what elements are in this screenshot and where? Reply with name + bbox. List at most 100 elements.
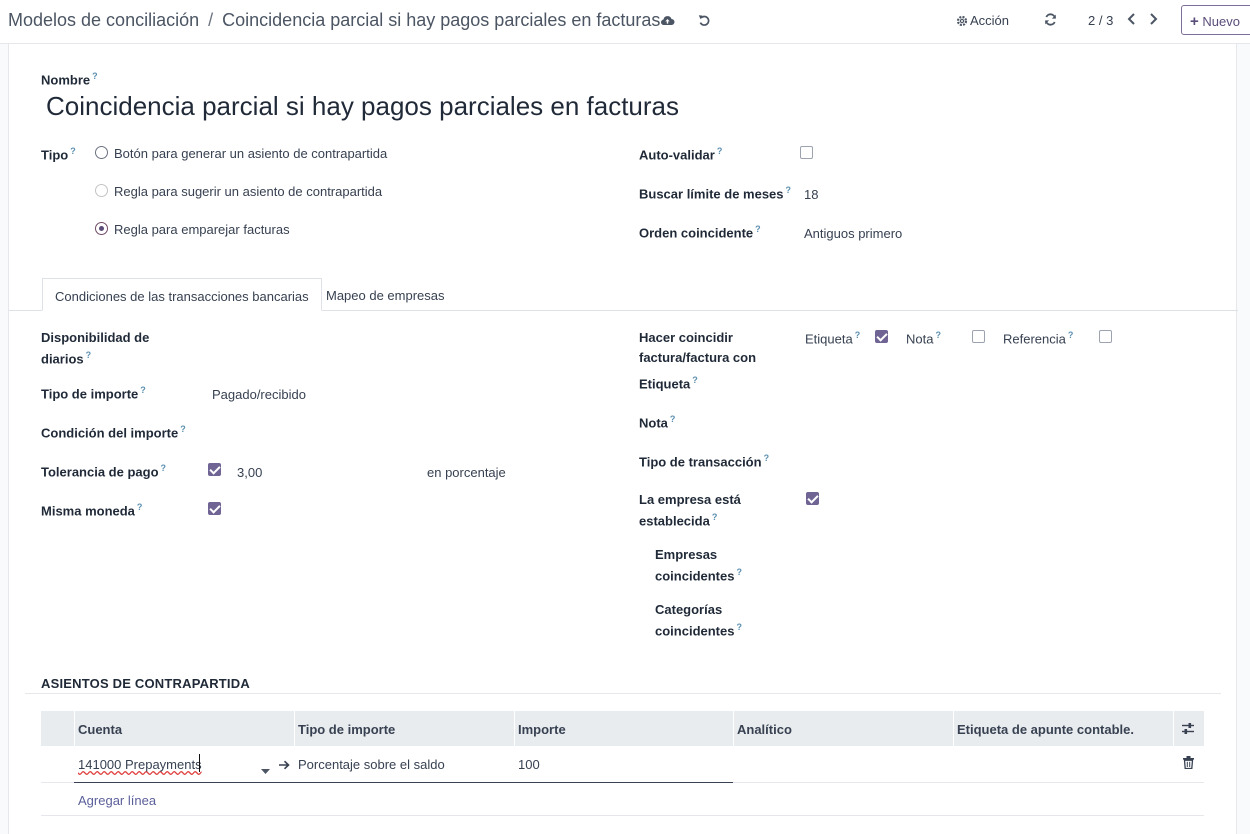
pager-value[interactable]: 2 / 3 <box>1088 13 1113 28</box>
amount-type-cell[interactable]: Porcentaje sobre el saldo <box>298 757 445 772</box>
add-line-row: Agregar línea <box>41 783 1204 816</box>
form-sheet: Nombre? Coincidencia parcial si hay pago… <box>8 44 1238 834</box>
refresh-icon[interactable] <box>1044 13 1057 29</box>
column-separator <box>953 711 954 746</box>
help-icon[interactable]: ? <box>935 330 941 340</box>
new-button[interactable]: + Nuevo <box>1181 5 1250 35</box>
tab-bank-conditions[interactable]: Condiciones de las transacciones bancari… <box>42 278 322 311</box>
match-label-option: Etiqueta? <box>805 330 861 347</box>
help-icon[interactable]: ? <box>92 71 98 81</box>
amount-condition-label: Condición del importe? <box>41 424 186 441</box>
help-icon[interactable]: ? <box>855 330 861 340</box>
column-separator <box>1173 711 1174 746</box>
match-order-label: Orden coincidente? <box>639 224 761 241</box>
help-icon[interactable]: ? <box>137 502 143 512</box>
column-header-amount-type[interactable]: Tipo de importe <box>298 722 395 737</box>
help-icon[interactable]: ? <box>717 146 723 156</box>
table-header: Cuenta Tipo de importe Importe Analítico… <box>41 711 1204 746</box>
account-cell[interactable]: 141000 Prepayments <box>78 757 202 772</box>
journals-label: Disponibilidad de <box>41 330 150 345</box>
help-icon[interactable]: ? <box>786 185 792 195</box>
match-invoice-label: Hacer coincidir <box>639 330 733 345</box>
match-invoice-label-line2: factura/factura con <box>639 350 757 365</box>
help-icon[interactable]: ? <box>736 622 742 632</box>
help-icon[interactable]: ? <box>670 414 676 424</box>
help-icon[interactable]: ? <box>180 424 186 434</box>
help-icon[interactable]: ? <box>736 567 742 577</box>
match-order-field[interactable]: Antiguos primero <box>804 226 902 241</box>
arrow-right-icon[interactable] <box>279 758 290 773</box>
column-separator <box>733 711 734 746</box>
payment-tolerance-checkbox[interactable] <box>208 463 221 476</box>
breadcrumb-separator: / <box>208 10 214 30</box>
type-radio-suggestion[interactable] <box>95 184 108 197</box>
add-line-link[interactable]: Agregar línea <box>78 793 156 808</box>
help-icon[interactable]: ? <box>764 453 770 463</box>
caret-down-icon[interactable] <box>261 762 270 777</box>
help-icon[interactable]: ? <box>86 350 92 360</box>
type-label: Tipo? <box>41 146 76 163</box>
match-reference-option: Referencia? <box>1003 330 1074 347</box>
new-button-label: Nuevo <box>1202 14 1240 29</box>
payment-tolerance-field[interactable]: 3,00 <box>237 465 262 480</box>
partner-set-label-line2: establecida? <box>639 512 718 529</box>
type-option-button-label[interactable]: Botón para generar un asiento de contrap… <box>114 146 387 161</box>
breadcrumb: Modelos de conciliación / Coincidencia p… <box>8 10 660 31</box>
help-icon[interactable]: ? <box>140 385 146 395</box>
same-currency-label: Misma moneda? <box>41 502 143 519</box>
counterpart-section-title: ASIENTOS DE CONTRAPARTIDA <box>41 676 250 691</box>
breadcrumb-current: Coincidencia parcial si hay pagos parcia… <box>222 10 661 30</box>
amount-type-label: Tipo de importe? <box>41 385 146 402</box>
partner-set-label: La empresa está <box>639 492 741 507</box>
table-row[interactable]: 141000 Prepayments Porcentaje sobre el s… <box>41 746 1204 783</box>
help-icon[interactable]: ? <box>692 375 698 385</box>
partner-set-checkbox[interactable] <box>806 492 819 505</box>
column-settings-icon[interactable] <box>1181 722 1195 738</box>
help-icon[interactable]: ? <box>161 463 167 473</box>
help-icon[interactable]: ? <box>70 146 76 156</box>
matching-partners-label: Empresas <box>655 547 718 562</box>
column-separator <box>514 711 515 746</box>
plus-icon: + <box>1190 13 1199 30</box>
help-icon[interactable]: ? <box>755 224 761 234</box>
help-icon[interactable]: ? <box>712 512 718 522</box>
auto-validate-label: Auto-validar? <box>639 146 723 163</box>
name-field[interactable]: Coincidencia parcial si hay pagos parcia… <box>46 91 679 122</box>
match-reference-checkbox[interactable] <box>1099 330 1112 343</box>
month-limit-field[interactable]: 18 <box>804 187 818 202</box>
gear-icon[interactable] <box>956 15 968 30</box>
match-label-checkbox[interactable] <box>875 330 888 343</box>
type-option-suggestion-label[interactable]: Regla para sugerir un asiento de contrap… <box>114 184 382 199</box>
payment-tolerance-unit[interactable]: en porcentaje <box>427 465 506 480</box>
name-label: Nombre? <box>41 71 98 88</box>
action-menu-button[interactable]: Acción <box>970 13 1009 28</box>
column-header-label[interactable]: Etiqueta de apunte contable. <box>957 722 1134 737</box>
chevron-left-icon[interactable] <box>1127 13 1136 28</box>
column-separator <box>74 711 75 746</box>
transaction-type-label: Tipo de transacción? <box>639 453 770 470</box>
cloud-upload-icon[interactable] <box>660 14 675 29</box>
column-header-account[interactable]: Cuenta <box>78 722 122 737</box>
chevron-right-icon[interactable] <box>1149 13 1158 28</box>
amount-cell[interactable]: 100 <box>518 757 540 772</box>
auto-validate-checkbox[interactable] <box>800 146 813 159</box>
same-currency-checkbox[interactable] <box>208 502 221 515</box>
month-limit-label: Buscar límite de meses? <box>639 185 792 202</box>
matching-categories-label: Categorías <box>655 602 723 617</box>
match-note-checkbox[interactable] <box>972 330 985 343</box>
text-cursor <box>199 754 200 772</box>
tab-partner-mapping[interactable]: Mapeo de empresas <box>314 278 457 311</box>
matching-categories-label-line2: coincidentes? <box>655 622 742 639</box>
help-icon[interactable]: ? <box>1068 330 1074 340</box>
column-header-analytic[interactable]: Analítico <box>737 722 792 737</box>
column-separator <box>294 711 295 746</box>
breadcrumb-parent[interactable]: Modelos de conciliación <box>8 10 199 30</box>
undo-icon[interactable] <box>698 14 711 30</box>
type-radio-button[interactable] <box>95 146 108 159</box>
column-header-amount[interactable]: Importe <box>518 722 566 737</box>
type-radio-invoice-matching[interactable] <box>95 222 108 235</box>
amount-type-field[interactable]: Pagado/recibido <box>212 387 306 402</box>
trash-icon[interactable] <box>1183 756 1194 772</box>
journals-label-line2: diarios? <box>41 350 92 367</box>
type-option-invoice-matching-label[interactable]: Regla para emparejar facturas <box>114 222 290 237</box>
